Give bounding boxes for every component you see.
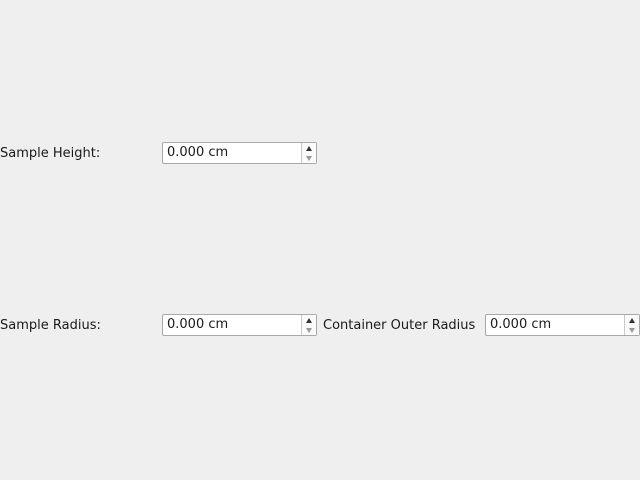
spin-up-icon	[629, 317, 635, 323]
sample-height-spin-buttons	[301, 143, 316, 163]
sample-radius-spin-buttons	[301, 315, 316, 335]
container-outer-radius-spin-buttons	[624, 315, 639, 335]
container-outer-radius-decrement-button[interactable]	[625, 325, 639, 335]
sample-radius-label: Sample Radius:	[0, 318, 101, 333]
container-outer-radius-value[interactable]: 0.000 cm	[486, 315, 624, 335]
sample-radius-decrement-button[interactable]	[302, 325, 316, 335]
container-outer-radius-increment-button[interactable]	[625, 315, 639, 325]
spin-down-icon	[629, 327, 635, 333]
container-outer-radius-label: Container Outer Radius	[323, 318, 476, 333]
sample-height-spinbox[interactable]: 0.000 cm	[162, 142, 317, 164]
container-outer-radius-spinbox[interactable]: 0.000 cm	[485, 314, 640, 336]
sample-height-value[interactable]: 0.000 cm	[163, 143, 301, 163]
spin-down-icon	[306, 327, 312, 333]
geometry-form: Sample Height: 0.000 cm Sample Radius: 0…	[0, 0, 640, 480]
sample-height-increment-button[interactable]	[302, 143, 316, 153]
sample-radius-increment-button[interactable]	[302, 315, 316, 325]
sample-radius-spinbox[interactable]: 0.000 cm	[162, 314, 317, 336]
spin-up-icon	[306, 317, 312, 323]
sample-height-label: Sample Height:	[0, 146, 101, 161]
spin-up-icon	[306, 145, 312, 151]
sample-radius-value[interactable]: 0.000 cm	[163, 315, 301, 335]
sample-height-decrement-button[interactable]	[302, 153, 316, 163]
spin-down-icon	[306, 155, 312, 161]
